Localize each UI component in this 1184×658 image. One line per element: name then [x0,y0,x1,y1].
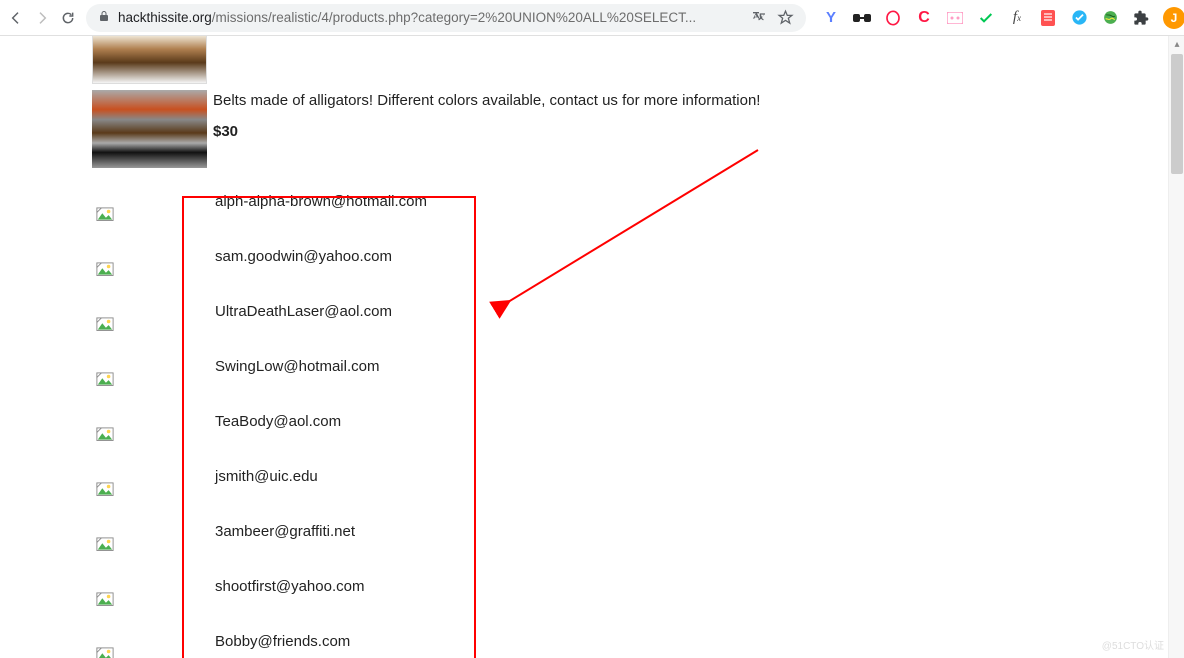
ext-goggles-icon[interactable] [853,9,871,27]
ext-circle-check-icon[interactable] [1070,9,1088,27]
extensions-puzzle-icon[interactable] [1132,9,1150,27]
email-row: 3ambeer@graffiti.net [92,504,1184,559]
browser-toolbar: hackthissite.org/missions/realistic/4/pr… [0,0,1184,36]
product-row: Belts made of alligators! Different colo… [92,90,1184,168]
email-row: Bobby@friends.com [92,614,1184,658]
ext-note-icon[interactable] [1039,9,1057,27]
email-row: SwingLow@hotmail.com [92,339,1184,394]
scroll-up-icon[interactable]: ▴ [1169,36,1184,52]
ext-fx-icon[interactable]: fx [1008,9,1026,27]
email-list: alph-alpha-brown@hotmail.com sam.goodwin@… [92,174,1184,658]
email-text: alph-alpha-brown@hotmail.com [207,193,427,210]
vertical-scrollbar[interactable]: ▴ [1168,36,1184,658]
translate-icon[interactable] [750,9,768,27]
product-image [92,36,207,84]
back-button[interactable] [8,8,24,28]
page-content: $70 Belts made of alligators! Different … [0,36,1184,658]
ext-check-icon[interactable] [977,9,995,27]
email-text: 3ambeer@graffiti.net [207,523,355,540]
watermark: @51CTO认证 [1102,637,1164,652]
broken-image-icon [92,559,207,614]
page-viewport: $70 Belts made of alligators! Different … [0,36,1184,658]
email-row: jsmith@uic.edu [92,449,1184,504]
broken-image-icon [92,449,207,504]
address-bar[interactable]: hackthissite.org/missions/realistic/4/pr… [86,4,806,32]
product-price: $30 [213,123,760,140]
product-image [92,90,207,168]
broken-image-icon [92,284,207,339]
broken-image-icon [92,174,207,229]
broken-image-icon [92,339,207,394]
product-desc: Belts made of alligators! Different colo… [213,92,760,109]
ext-pink-icon[interactable] [946,9,964,27]
email-text: UltraDeathLaser@aol.com [207,303,392,320]
forward-button[interactable] [34,8,50,28]
ext-c-icon[interactable]: C [915,9,933,27]
email-row: shootfirst@yahoo.com [92,559,1184,614]
broken-image-icon [92,229,207,284]
email-row: UltraDeathLaser@aol.com [92,284,1184,339]
email-row: TeaBody@aol.com [92,394,1184,449]
url-text: hackthissite.org/missions/realistic/4/pr… [118,10,742,25]
lock-icon [98,10,110,25]
broken-image-icon [92,394,207,449]
product-row: $70 [92,36,1184,84]
email-text: shootfirst@yahoo.com [207,578,364,595]
email-text: Bobby@friends.com [207,633,350,650]
email-row: alph-alpha-brown@hotmail.com [92,174,1184,229]
extensions-row: Y C fx J ⋮ [822,7,1184,29]
profile-avatar[interactable]: J [1163,7,1184,29]
email-text: TeaBody@aol.com [207,413,341,430]
email-row: sam.goodwin@yahoo.com [92,229,1184,284]
email-text: jsmith@uic.edu [207,468,318,485]
email-text: SwingLow@hotmail.com [207,358,379,375]
broken-image-icon [92,614,207,658]
reload-button[interactable] [60,8,76,28]
broken-image-icon [92,504,207,559]
bookmark-star-icon[interactable] [776,9,794,27]
ext-y-icon[interactable]: Y [822,9,840,27]
ext-opera-icon[interactable] [884,9,902,27]
product-text: Belts made of alligators! Different colo… [213,90,760,140]
scroll-thumb[interactable] [1171,54,1183,174]
email-text: sam.goodwin@yahoo.com [207,248,392,265]
ext-globe-icon[interactable] [1101,9,1119,27]
